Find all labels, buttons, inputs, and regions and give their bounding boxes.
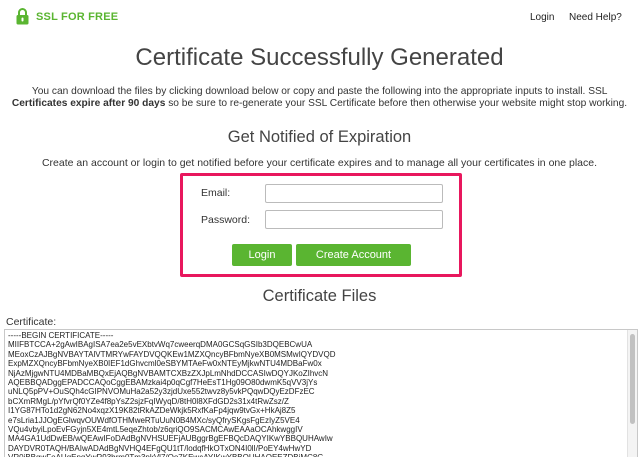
certificate-line: VR0jBBgwFoAUqEpqYwR93brm0Tm3pkVl7/Oo7KEw… bbox=[8, 453, 335, 457]
certificate-line: -----BEGIN CERTIFICATE----- bbox=[8, 331, 114, 340]
certificate-line: uNLQ5pPV+OuSQh4cGIPNVOMuHa2a52y3zjdUxe55… bbox=[8, 387, 315, 397]
certificate-line: DAYDVR0TAQH/BAIwADAdBgNVHQ4EFgQU1tT/lodq… bbox=[8, 443, 312, 453]
notify-title: Get Notified of Expiration bbox=[227, 128, 412, 146]
intro-text-part2: so be sure to re-generate your SSL Certi… bbox=[165, 97, 628, 109]
top-bar: SSL FOR FREE Login Need Help? bbox=[0, 0, 639, 38]
certificate-line: AQEBBQADggEPADCCAQoCggEBAMzkai4p0qCgf7He… bbox=[8, 378, 318, 388]
notify-text: Create an account or login to get notifi… bbox=[41, 157, 598, 169]
certificate-label: Certificate: bbox=[6, 316, 57, 328]
certificate-line: bCXmRMgL/pYfvrQf0YZe4f8pYsZ2sjzFqIWyqD/8… bbox=[8, 396, 289, 406]
nav-login-link[interactable]: Login bbox=[530, 12, 554, 23]
site-logo[interactable]: SSL FOR FREE bbox=[16, 8, 118, 25]
padlock-icon bbox=[16, 8, 29, 25]
password-label: Password: bbox=[201, 214, 251, 226]
certificate-text: -----BEGIN CERTIFICATE----- MIIFBTCCA+2gA… bbox=[8, 331, 335, 457]
account-form: Email: Password: Login Create Account bbox=[180, 173, 462, 277]
certificate-line: MIIFBTCCA+2gAwIBAgISA7ea2e5vEXbtvWq7cwee… bbox=[8, 340, 313, 350]
certificate-textarea[interactable]: -----BEGIN CERTIFICATE----- MIIFBTCCA+2gA… bbox=[4, 329, 638, 457]
certificate-line: MEoxCzAJBgNVBAYTAlVTMRYwFAYDVQQKEw1MZXQn… bbox=[8, 349, 336, 359]
certificate-line: VQu4vbyiLpoEvFGyjn5XE4mtL5eqeZhtob/z6qri… bbox=[8, 425, 303, 435]
logo-text: SSL FOR FREE bbox=[36, 10, 119, 23]
email-field[interactable] bbox=[265, 184, 443, 203]
certificate-scrollbar[interactable] bbox=[627, 330, 637, 457]
email-label: Email: bbox=[201, 187, 231, 199]
scrollbar-thumb[interactable] bbox=[630, 334, 635, 424]
intro-text: You can download the files by clicking d… bbox=[4, 86, 635, 109]
certificate-files-title: Certificate Files bbox=[262, 287, 377, 305]
certificate-line: MA4GA1UdDwEB/wQEAwIFoDAdBgNVHSUEFjAUBggr… bbox=[8, 434, 333, 444]
login-button[interactable]: Login bbox=[232, 244, 292, 266]
intro-text-bold: Certificates expire after 90 days bbox=[11, 97, 166, 109]
certificate-line: ExpMZXQncyBFbmNyeXB0IEF1dGhvcml0eSBYMTAe… bbox=[8, 359, 322, 369]
password-field[interactable] bbox=[265, 210, 443, 229]
create-account-button[interactable]: Create Account bbox=[296, 244, 411, 266]
certificate-line: I1YG87HTo1d2gN62No4xqzX19K82tRkAZDeWkjk5… bbox=[8, 406, 296, 416]
certificate-line: NjAzMjgwNTU4MDBaMBQxEjAQBgNVBAMTCXBzZXJp… bbox=[8, 368, 329, 378]
page-title: Certificate Successfully Generated bbox=[135, 44, 504, 71]
certificate-line: e7sLria1JJOgEGlwqvOUWdfOTHMweRTuUuN0B4MX… bbox=[8, 415, 300, 425]
intro-text-part1: You can download the files by clicking d… bbox=[31, 86, 608, 97]
nav-help-link[interactable]: Need Help? bbox=[569, 12, 622, 23]
